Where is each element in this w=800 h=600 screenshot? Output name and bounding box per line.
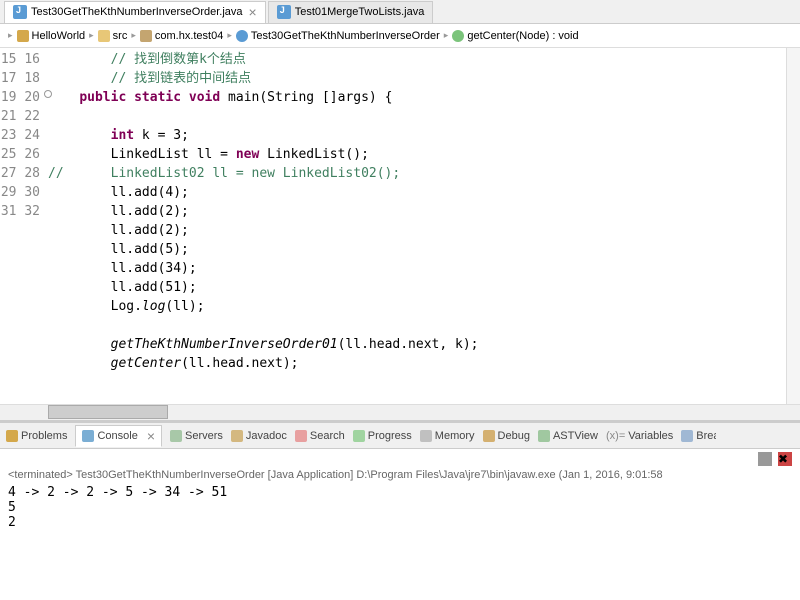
progress-icon: [353, 430, 365, 442]
problems-icon: [6, 430, 18, 442]
close-icon[interactable]: ×: [249, 4, 257, 20]
servers-icon: [170, 430, 182, 442]
tab-progress[interactable]: Progress: [353, 430, 412, 442]
scrollbar-thumb[interactable]: [48, 405, 168, 419]
console-output[interactable]: 4 -> 2 -> 2 -> 5 -> 34 -> 51 5 2: [0, 481, 800, 600]
search-icon: [295, 430, 307, 442]
editor-tabs: Test30GetTheKthNumberInverseOrder.java ×…: [0, 0, 800, 24]
console-icon: [82, 430, 94, 442]
close-icon[interactable]: ×: [147, 428, 155, 444]
crumb-class[interactable]: Test30GetTheKthNumberInverseOrder: [236, 30, 440, 42]
bottom-panel: Problems Console× Servers Javadoc Search…: [0, 420, 800, 600]
overview-ruler[interactable]: [786, 48, 800, 404]
code-area[interactable]: // 找到倒数第k个结点 // 找到链表的中间结点 public static …: [48, 48, 786, 404]
fold-marker-icon[interactable]: [44, 90, 52, 98]
project-icon: [17, 30, 29, 42]
tab-memory[interactable]: Memory: [420, 430, 475, 442]
method-icon: [452, 30, 464, 42]
line-number-gutter: 15 16 17 18 19 20 21 22 23 24 25 26 27 2…: [0, 48, 48, 404]
tab-servers[interactable]: Servers: [170, 430, 223, 442]
class-icon: [236, 30, 248, 42]
tab-variables[interactable]: (x)=Variables: [606, 430, 673, 442]
tab-console[interactable]: Console×: [75, 425, 162, 447]
javadoc-icon: [231, 430, 243, 442]
remove-launch-icon[interactable]: [758, 452, 772, 466]
bottom-tabs: Problems Console× Servers Javadoc Search…: [0, 423, 800, 449]
breadcrumb: ▸ HelloWorld ▸ src ▸ com.hx.test04 ▸ Tes…: [0, 24, 800, 48]
remove-all-icon[interactable]: ✖: [778, 452, 792, 466]
tab-breakpoints[interactable]: Breakpoints: [681, 430, 716, 442]
crumb-method[interactable]: getCenter(Node) : void: [452, 30, 578, 42]
tab-debug[interactable]: Debug: [483, 430, 530, 442]
debug-icon: [483, 430, 495, 442]
tab-search[interactable]: Search: [295, 430, 345, 442]
ast-icon: [538, 430, 550, 442]
java-file-icon: [13, 5, 27, 19]
chevron-right-icon: ▸: [227, 30, 232, 41]
memory-icon: [420, 430, 432, 442]
chevron-right-icon: ▸: [89, 30, 94, 41]
tab-active-file[interactable]: Test30GetTheKthNumberInverseOrder.java ×: [4, 1, 266, 23]
crumb-src[interactable]: src: [98, 30, 128, 42]
crumb-package[interactable]: com.hx.test04: [140, 30, 223, 42]
tab-label: Test01MergeTwoLists.java: [295, 6, 425, 18]
tab-label: Test30GetTheKthNumberInverseOrder.java: [31, 6, 243, 18]
console-status: <terminated> Test30GetTheKthNumberInvers…: [0, 469, 800, 481]
java-file-icon: [277, 5, 291, 19]
console-toolbar: ✖: [0, 449, 800, 469]
package-icon: [140, 30, 152, 42]
chevron-right-icon: ▸: [8, 30, 13, 41]
chevron-right-icon: ▸: [444, 30, 449, 41]
tab-javadoc[interactable]: Javadoc: [231, 430, 287, 442]
folder-icon: [98, 30, 110, 42]
tab-problems[interactable]: Problems: [6, 430, 67, 442]
tab-astview[interactable]: ASTView: [538, 430, 598, 442]
tab-inactive-file[interactable]: Test01MergeTwoLists.java: [268, 1, 434, 23]
horizontal-scrollbar[interactable]: [0, 404, 800, 420]
chevron-right-icon: ▸: [131, 30, 136, 41]
breakpoints-icon: [681, 430, 693, 442]
crumb-project[interactable]: HelloWorld: [17, 30, 86, 42]
code-editor[interactable]: 15 16 17 18 19 20 21 22 23 24 25 26 27 2…: [0, 48, 800, 404]
